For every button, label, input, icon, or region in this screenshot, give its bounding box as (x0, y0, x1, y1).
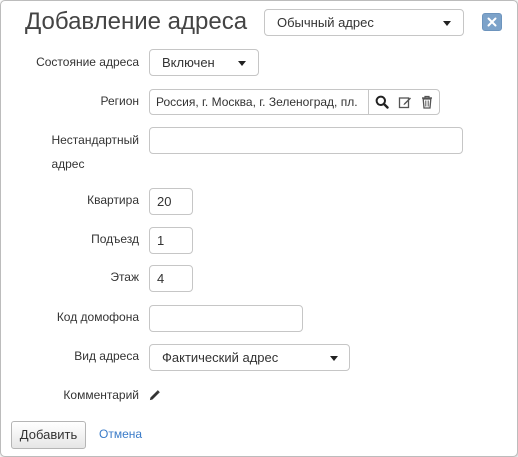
address-type-select[interactable]: Обычный адрес (264, 9, 464, 36)
state-label: Состояние адреса (36, 55, 139, 69)
search-icon[interactable] (375, 95, 389, 109)
nonstandard-label-line2: адрес (51, 157, 85, 171)
state-value: Включен (162, 55, 215, 70)
region-label: Регион (100, 94, 139, 108)
chevron-down-icon (443, 21, 451, 26)
dialog-title: Добавление адреса (25, 8, 248, 35)
intercom-input[interactable] (149, 305, 303, 332)
kind-label: Вид адреса (74, 349, 139, 363)
region-tools (368, 90, 441, 114)
chevron-down-icon (330, 356, 338, 361)
chevron-down-icon (238, 61, 246, 66)
trash-icon[interactable] (420, 95, 434, 109)
pencil-icon[interactable] (149, 390, 160, 401)
apartment-label: Квартира (87, 193, 139, 207)
close-icon (487, 17, 497, 27)
state-select[interactable]: Включен (149, 49, 259, 76)
entrance-label: Подъезд (91, 232, 139, 246)
address-type-value: Обычный адрес (277, 15, 374, 30)
kind-select[interactable]: Фактический адрес (149, 344, 350, 371)
nonstandard-label: Нестандартный адрес (51, 128, 139, 176)
address-dialog: Добавление адреса Обычный адрес Состояни… (0, 0, 518, 457)
nonstandard-label-line1: Нестандартный (51, 133, 139, 147)
apartment-input[interactable]: 20 (149, 188, 193, 215)
cancel-link[interactable]: Отмена (99, 426, 142, 442)
comment-label: Комментарий (63, 388, 139, 402)
edit-icon[interactable] (398, 95, 412, 109)
add-button[interactable]: Добавить (11, 421, 86, 449)
entrance-input[interactable]: 1 (149, 227, 193, 254)
intercom-label: Код домофона (56, 310, 139, 324)
floor-label: Этаж (110, 270, 139, 284)
close-button[interactable] (482, 13, 502, 31)
region-field-group: Россия, г. Москва, г. Зеленоград, пл. (149, 89, 440, 115)
nonstandard-input[interactable] (149, 127, 463, 154)
region-input[interactable]: Россия, г. Москва, г. Зеленоград, пл. (156, 90, 364, 114)
floor-input[interactable]: 4 (149, 265, 193, 292)
kind-value: Фактический адрес (162, 350, 279, 365)
